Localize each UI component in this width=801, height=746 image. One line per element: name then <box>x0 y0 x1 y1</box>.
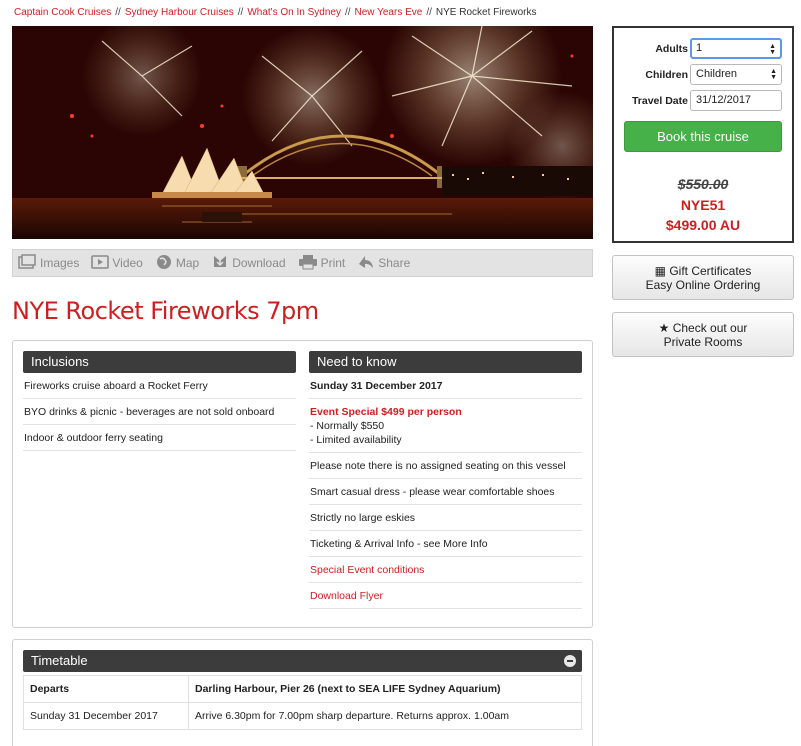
breadcrumb-link-new-years-eve[interactable]: New Years Eve <box>355 7 423 18</box>
need-to-know-section: Need to know Sunday 31 December 2017 Eve… <box>309 351 582 609</box>
gift-line1: Gift Certificates <box>669 264 752 278</box>
info-panel: Inclusions Fireworks cruise aboard a Roc… <box>12 340 593 628</box>
event-date: Sunday 31 December 2017 <box>309 373 582 399</box>
media-toolbar: Images Video Map Download Print Share <box>12 249 593 277</box>
images-button[interactable]: Images <box>17 253 80 273</box>
travel-date-value: 31/12/2017 <box>696 94 752 106</box>
need-to-know-item: Please note there is no assigned seating… <box>309 453 582 479</box>
breadcrumb-separator: // <box>426 7 432 18</box>
download-icon <box>211 253 232 274</box>
event-special: Event Special $499 per person - Normally… <box>309 399 582 453</box>
video-button[interactable]: Video <box>91 254 143 273</box>
inclusion-item: BYO drinks & picnic - beverages are not … <box>23 399 296 425</box>
breadcrumb-link-captain-cook[interactable]: Captain Cook Cruises <box>14 7 111 18</box>
download-label: Download <box>232 256 286 270</box>
need-to-know-heading: Need to know <box>309 351 582 373</box>
hero-image <box>12 26 593 239</box>
download-flyer-link[interactable]: Download Flyer <box>309 583 582 609</box>
print-label: Print <box>320 256 346 270</box>
inclusion-item: Fireworks cruise aboard a Rocket Ferry <box>23 373 296 399</box>
breadcrumb-separator: // <box>115 7 121 18</box>
travel-date-label: Travel Date <box>631 95 688 107</box>
timetable-panel: Timetable Departs Darling Harbour, Pier … <box>12 639 593 746</box>
breadcrumb-link-whats-on[interactable]: What's On In Sydney <box>247 7 341 18</box>
breadcrumb-separator: // <box>237 7 244 18</box>
inclusions-section: Inclusions Fireworks cruise aboard a Roc… <box>23 351 296 451</box>
need-to-know-item: Smart casual dress - please wear comfort… <box>309 479 582 505</box>
need-to-know-item: Ticketing & Arrival Info - see More Info <box>309 531 582 557</box>
private-line1: Check out our <box>672 321 748 335</box>
share-icon <box>357 254 378 273</box>
event-special-availability: - Limited availability <box>310 434 402 446</box>
video-icon <box>91 254 112 273</box>
gift-certificates-button[interactable]: ▦ Gift Certificates Easy Online Ordering <box>612 255 794 300</box>
original-price: $550.00 <box>677 176 729 192</box>
price-code: NYE51 <box>680 197 726 213</box>
breadcrumb-link-sydney-harbour[interactable]: Sydney Harbour Cruises <box>125 7 234 18</box>
gift-icon: ▦ <box>654 264 670 278</box>
table-cell: Sunday 31 December 2017 <box>23 702 189 730</box>
timetable-table: Departs Darling Harbour, Pier 26 (next t… <box>23 675 582 730</box>
travel-date-row: Travel Date 31/12/2017 <box>614 90 792 112</box>
breadcrumb-separator: // <box>344 7 351 18</box>
children-row: Children Children ▲ ▼ <box>614 64 792 86</box>
adults-label: Adults <box>655 43 688 55</box>
travel-date-input[interactable]: 31/12/2017 <box>690 90 782 111</box>
images-label: Images <box>40 256 80 270</box>
inclusions-heading: Inclusions <box>23 351 296 373</box>
collapse-toggle-icon[interactable] <box>564 655 576 667</box>
adults-row: Adults 1 ▲ ▼ <box>614 38 792 60</box>
book-cruise-button[interactable]: Book this cruise <box>624 121 782 152</box>
video-label: Video <box>112 256 143 270</box>
breadcrumb: Captain Cook Cruises//Sydney Harbour Cru… <box>14 7 536 18</box>
children-value: Children <box>696 68 737 80</box>
printer-icon <box>298 254 321 273</box>
private-line2: Private Rooms <box>663 335 743 349</box>
table-row: Departs Darling Harbour, Pier 26 (next t… <box>23 675 582 703</box>
share-label: Share <box>378 256 411 270</box>
timetable-header: Timetable <box>23 650 582 672</box>
table-header-cell: Departs <box>23 675 189 703</box>
stepper-arrows-icon: ▲ ▼ <box>770 68 777 81</box>
star-icon: ★ <box>658 321 673 335</box>
map-button[interactable]: Map <box>155 253 199 274</box>
page-title: NYE Rocket Fireworks 7pm <box>12 297 319 325</box>
table-header-cell: Darling Harbour, Pier 26 (next to SEA LI… <box>188 675 582 703</box>
gift-line2: Easy Online Ordering <box>645 278 761 292</box>
inclusion-item: Indoor & outdoor ferry seating <box>23 425 296 451</box>
adults-value: 1 <box>696 42 703 54</box>
share-button[interactable]: Share <box>357 254 410 273</box>
download-button[interactable]: Download <box>211 253 286 274</box>
map-label: Map <box>175 256 200 270</box>
special-event-conditions-link[interactable]: Special Event conditions <box>309 557 582 583</box>
images-icon <box>17 253 40 273</box>
need-to-know-item: Strictly no large eskies <box>309 505 582 531</box>
event-special-normal-price: - Normally $550 <box>310 420 385 432</box>
private-rooms-button[interactable]: ★ Check out our Private Rooms <box>612 312 794 357</box>
breadcrumb-current: NYE Rocket Fireworks <box>435 7 537 18</box>
event-special-title: Event Special $499 per person <box>310 406 462 418</box>
table-row: Sunday 31 December 2017 Arrive 6.30pm fo… <box>23 702 582 730</box>
children-select[interactable]: Children ▲ ▼ <box>690 64 782 85</box>
timetable-heading: Timetable <box>31 653 88 668</box>
adults-select[interactable]: 1 ▲ ▼ <box>690 38 782 59</box>
children-label: Children <box>645 69 688 81</box>
booking-box: Adults 1 ▲ ▼ Children Children ▲ ▼ Travel … <box>612 26 794 243</box>
print-button[interactable]: Print <box>298 254 346 273</box>
table-cell: Arrive 6.30pm for 7.00pm sharp departure… <box>188 702 582 730</box>
globe-icon <box>155 253 176 274</box>
stepper-arrows-icon: ▲ ▼ <box>769 43 776 56</box>
sale-price: $499.00 AU <box>665 217 741 233</box>
